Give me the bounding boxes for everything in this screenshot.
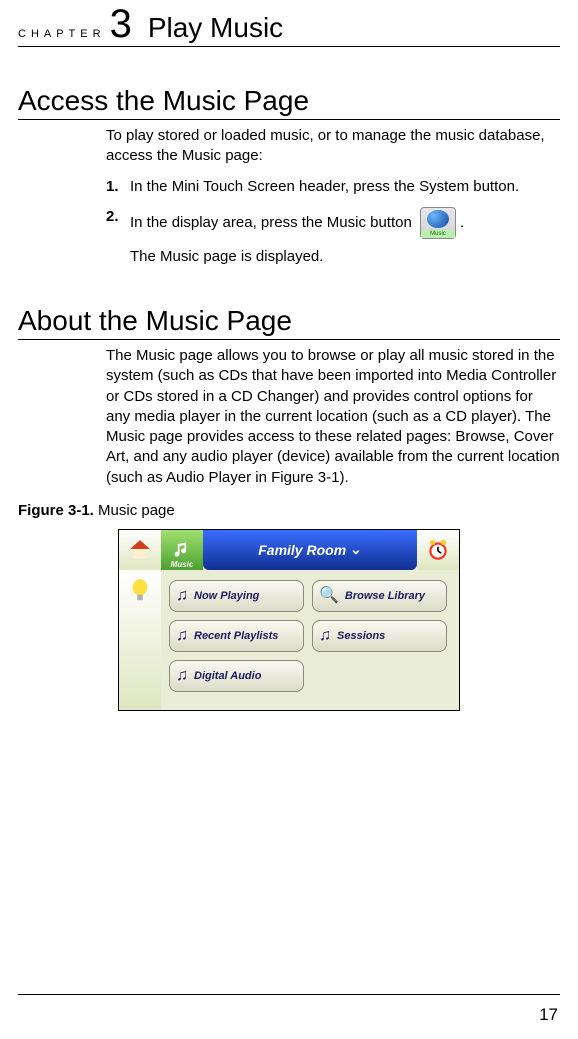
figure-caption: Figure 3-1. Music page — [18, 502, 560, 519]
step-followup: The Music page is displayed. — [130, 247, 560, 267]
bulb-icon — [119, 570, 161, 710]
section2-paragraph: The Music page allows you to browse or p… — [106, 346, 560, 488]
footer-rule — [18, 994, 560, 995]
note-icon: ♫ — [176, 587, 188, 605]
section1-intro: To play stored or loaded music, or to ma… — [106, 126, 560, 167]
note-icon: ♫ — [176, 667, 188, 685]
music-button-icon: Music — [420, 207, 456, 239]
step-text-before: In the display area, press the Music but… — [130, 214, 412, 231]
clock-icon — [417, 530, 459, 570]
note-icon: ♫ — [319, 627, 331, 645]
room-label: Family Room ⌄ — [203, 530, 417, 570]
chapter-label: CHAPTER — [18, 28, 106, 40]
step-text-after: . — [460, 214, 464, 231]
section-heading-about: About the Music Page — [18, 305, 560, 340]
page-number: 17 — [539, 1005, 558, 1025]
figure-music-page: Music Family Room ⌄ ♫ Now Playing 🔍 Brow — [118, 529, 460, 711]
figure-caption-bold: Figure 3-1. — [18, 502, 94, 519]
home-icon — [119, 530, 161, 570]
music-icon: Music — [161, 530, 203, 570]
digital-audio-button[interactable]: ♫ Digital Audio — [169, 660, 304, 692]
step-1: 1. In the Mini Touch Screen header, pres… — [106, 177, 560, 197]
figure-caption-rest: Music page — [94, 502, 175, 519]
step-2: 2. In the display area, press the Music … — [106, 207, 560, 267]
now-playing-button[interactable]: ♫ Now Playing — [169, 580, 304, 612]
step-text: In the Mini Touch Screen header, press t… — [130, 177, 560, 197]
browse-library-button[interactable]: 🔍 Browse Library — [312, 580, 447, 612]
step-number: 1. — [106, 177, 130, 197]
magnifier-icon: 🔍 — [319, 587, 339, 605]
recent-playlists-button[interactable]: ♫ Recent Playlists — [169, 620, 304, 652]
note-icon: ♫ — [176, 627, 188, 645]
step-number: 2. — [106, 207, 130, 227]
chapter-header: CHAPTER 3 Play Music — [18, 4, 560, 47]
section-heading-access: Access the Music Page — [18, 85, 560, 120]
chapter-number: 3 — [110, 4, 132, 44]
chapter-title: Play Music — [148, 12, 283, 44]
sessions-button[interactable]: ♫ Sessions — [312, 620, 447, 652]
